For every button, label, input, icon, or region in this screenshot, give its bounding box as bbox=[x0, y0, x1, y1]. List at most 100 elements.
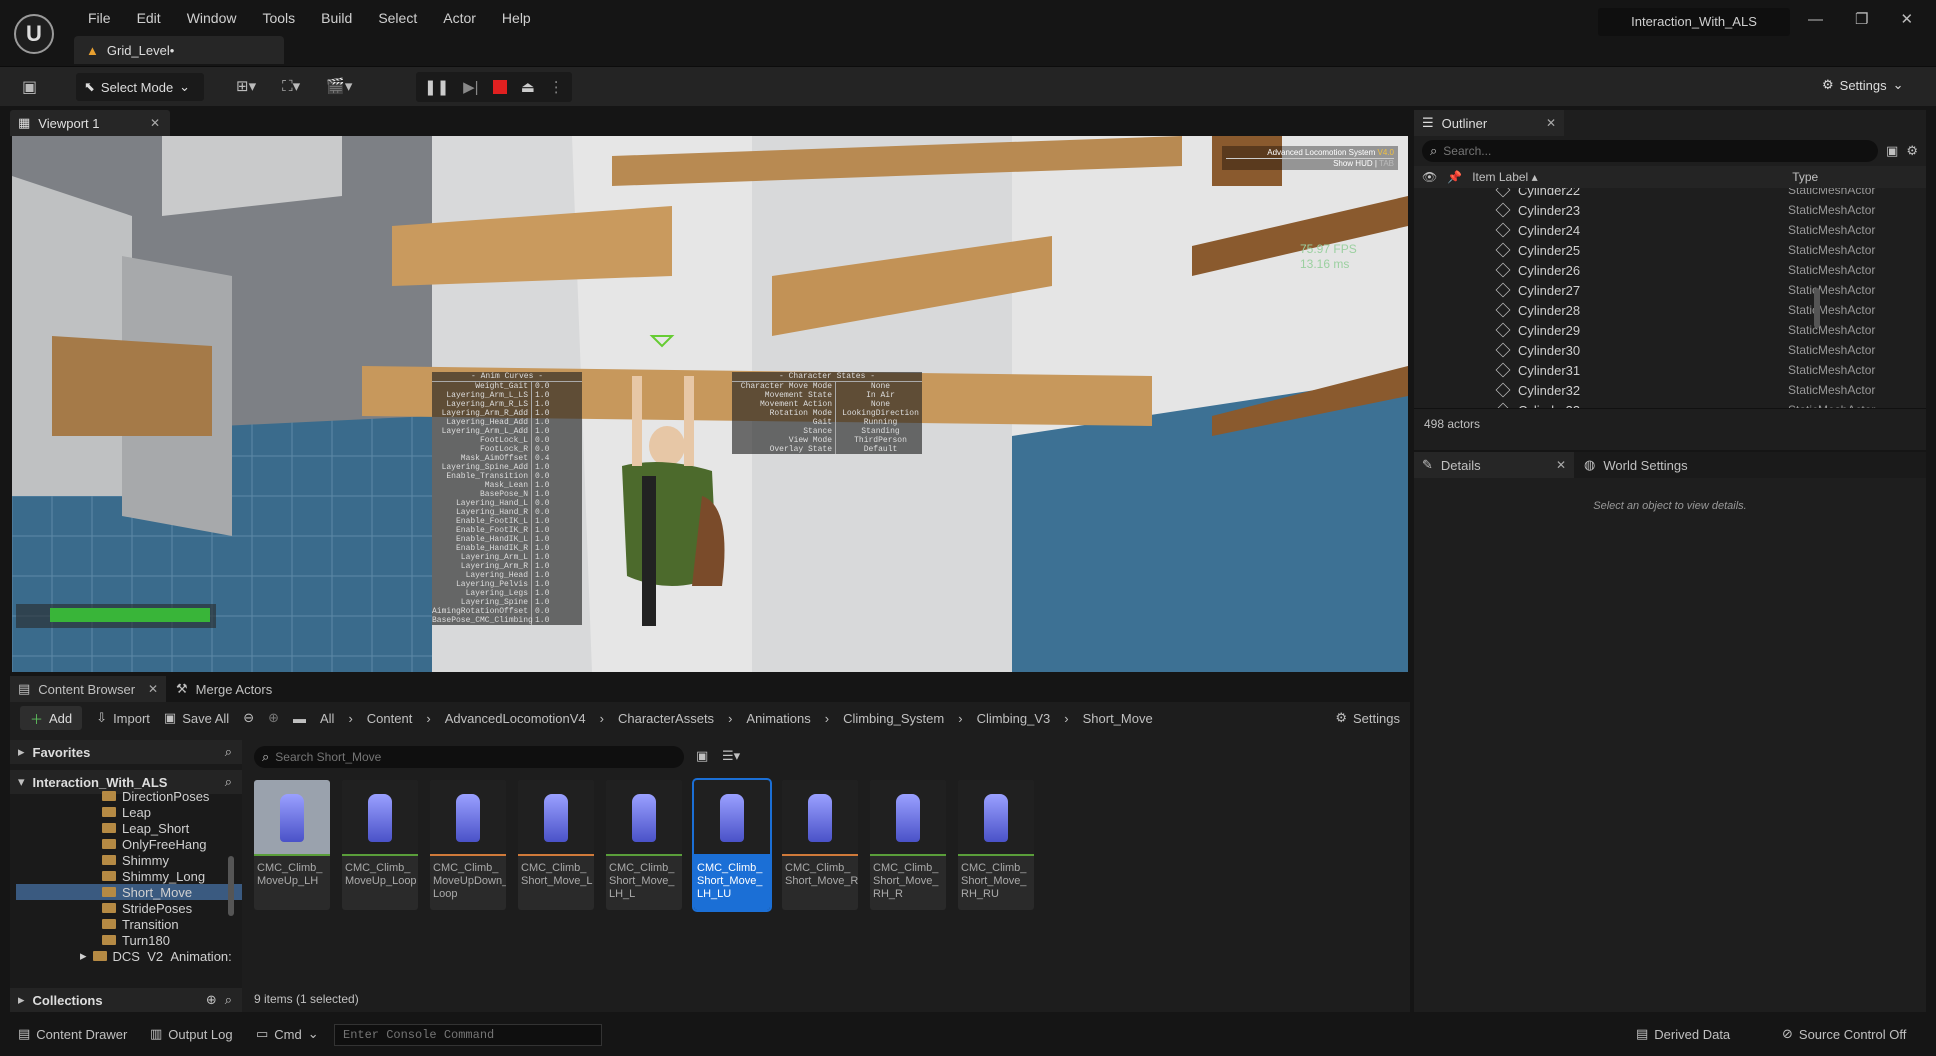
tab-merge-actors[interactable]: ⚒ Merge Actors bbox=[166, 681, 272, 697]
outliner-row[interactable]: Cylinder30 StaticMeshActor bbox=[1414, 340, 1926, 360]
outliner-row[interactable]: Cylinder28 StaticMeshActor bbox=[1414, 300, 1926, 320]
close-icon[interactable]: ✕ bbox=[148, 682, 158, 696]
close-icon[interactable]: ✕ bbox=[150, 116, 160, 130]
add-actor-icon[interactable]: ⊞▾ bbox=[236, 77, 256, 95]
stop-icon[interactable] bbox=[492, 80, 507, 94]
eject-icon[interactable]: ⏏ bbox=[521, 78, 535, 96]
folder-item[interactable]: OnlyFreeHang bbox=[10, 836, 242, 852]
search-icon[interactable]: ⌕ bbox=[225, 774, 232, 790]
column-item-label[interactable]: Item Label ▴ bbox=[1472, 170, 1782, 184]
content-drawer-button[interactable]: ▤ Content Drawer bbox=[18, 1026, 127, 1042]
outliner-row[interactable]: Cylinder29 StaticMeshActor bbox=[1414, 320, 1926, 340]
save-all-button[interactable]: ▣ Save All bbox=[164, 710, 229, 726]
add-button[interactable]: ＋ Add bbox=[20, 706, 83, 730]
restore-icon[interactable]: ❐ bbox=[1855, 10, 1868, 28]
asset-search[interactable]: ⌕ bbox=[254, 746, 684, 768]
close-icon[interactable]: ✕ bbox=[1556, 458, 1566, 472]
step-icon[interactable]: ▶| bbox=[463, 78, 478, 96]
search-icon[interactable]: ⌕ bbox=[225, 992, 232, 1008]
folder-item[interactable]: Short_Move bbox=[16, 884, 242, 900]
console-input[interactable] bbox=[334, 1024, 602, 1046]
close-icon[interactable]: ✕ bbox=[1546, 116, 1556, 130]
breadcrumb-item[interactable]: Content bbox=[367, 711, 413, 726]
favorites-header[interactable]: ▸ Favorites ⌕ bbox=[10, 740, 242, 764]
outliner-row[interactable]: Cylinder32 StaticMeshActor bbox=[1414, 380, 1926, 400]
level-tab[interactable]: ▲ Grid_Level• bbox=[74, 36, 284, 64]
cmd-dropdown[interactable]: ▭ Cmd ⌄ bbox=[256, 1026, 319, 1042]
folder-item[interactable]: Leap_Short bbox=[10, 820, 242, 836]
filter-icon[interactable]: ☰▾ bbox=[722, 748, 740, 764]
column-type[interactable]: Type bbox=[1792, 170, 1818, 184]
breadcrumb-item[interactable]: AdvancedLocomotionV4 bbox=[445, 711, 586, 726]
asset-tile[interactable]: CMC_Climb_ Short_Move_R bbox=[782, 780, 858, 910]
outliner-row[interactable]: Cylinder22 StaticMeshActor bbox=[1414, 188, 1926, 200]
eye-icon[interactable]: 👁 bbox=[1422, 170, 1437, 184]
tab-content-browser[interactable]: ▤ Content Browser ✕ bbox=[10, 676, 166, 702]
folder-icon[interactable]: ▬ bbox=[293, 711, 306, 726]
breadcrumb-item[interactable]: All bbox=[320, 711, 334, 726]
menu-item-actor[interactable]: Actor bbox=[430, 10, 489, 26]
outliner-row[interactable]: Cylinder24 StaticMeshActor bbox=[1414, 220, 1926, 240]
select-mode-dropdown[interactable]: ⬉ Select Mode ⌄ bbox=[76, 73, 204, 101]
menu-item-tools[interactable]: Tools bbox=[249, 10, 308, 26]
outliner-row[interactable]: Cylinder25 StaticMeshActor bbox=[1414, 240, 1926, 260]
derived-data-button[interactable]: ▤ Derived Data bbox=[1636, 1026, 1730, 1042]
import-button[interactable]: ⇩ Import bbox=[96, 710, 150, 726]
menu-item-file[interactable]: File bbox=[75, 10, 124, 26]
menu-item-build[interactable]: Build bbox=[308, 10, 365, 26]
close-icon[interactable]: ✕ bbox=[1900, 10, 1913, 28]
pause-icon[interactable]: ❚❚ bbox=[424, 78, 449, 96]
breadcrumb-item[interactable]: Animations bbox=[746, 711, 810, 726]
blueprint-icon[interactable]: ⛶▾ bbox=[282, 77, 300, 95]
collections-header[interactable]: ▸ Collections ⊕ ⌕ bbox=[10, 988, 242, 1012]
asset-tile[interactable]: CMC_Climb_ MoveUp_LH bbox=[254, 780, 330, 910]
forward-icon[interactable]: ⊕ bbox=[268, 710, 279, 726]
source-control-button[interactable]: ⊘ Source Control Off bbox=[1782, 1026, 1906, 1042]
asset-tile[interactable]: CMC_Climb_ Short_Move_ LH_LU bbox=[692, 778, 772, 912]
outliner-row[interactable]: Cylinder31 StaticMeshActor bbox=[1414, 360, 1926, 380]
asset-tile[interactable]: CMC_Climb_ Short_Move_ LH_L bbox=[606, 780, 682, 910]
menu-item-help[interactable]: Help bbox=[489, 10, 544, 26]
save-search-icon[interactable]: ▣ bbox=[696, 748, 708, 764]
asset-tile[interactable]: CMC_Climb_ MoveUp_Loop bbox=[342, 780, 418, 910]
folder-item[interactable]: Leap bbox=[10, 804, 242, 820]
menu-item-window[interactable]: Window bbox=[174, 10, 250, 26]
folder-item[interactable]: Shimmy bbox=[10, 852, 242, 868]
folder-item[interactable]: ▸ DCS_V2_Animation: bbox=[10, 948, 242, 962]
unreal-logo-icon[interactable]: U bbox=[14, 14, 54, 54]
breadcrumb-item[interactable]: Climbing_V3 bbox=[977, 711, 1051, 726]
add-collection-icon[interactable]: ⊕ bbox=[206, 992, 217, 1008]
folder-item[interactable]: Shimmy_Long bbox=[10, 868, 242, 884]
asset-tile[interactable]: CMC_Climb_ MoveUpDown_ Loop bbox=[430, 780, 506, 910]
output-log-button[interactable]: ▥ Output Log bbox=[150, 1026, 233, 1042]
outliner-search-input[interactable] bbox=[1443, 144, 1824, 158]
tab-world-settings[interactable]: ◍ World Settings bbox=[1574, 457, 1688, 473]
folder-item[interactable]: DirectionPoses bbox=[10, 788, 242, 804]
folder-item[interactable]: StridePoses bbox=[10, 900, 242, 916]
outliner-row[interactable]: Cylinder33 StaticMeshActor bbox=[1414, 400, 1926, 408]
viewport-scene[interactable]: Advanced Locomotion System V4.0 Show HUD… bbox=[12, 136, 1408, 672]
breadcrumb-item[interactable]: Short_Move bbox=[1083, 711, 1153, 726]
asset-search-input[interactable] bbox=[275, 750, 666, 764]
breadcrumb-item[interactable]: CharacterAssets bbox=[618, 711, 714, 726]
outliner-search[interactable]: ⌕ bbox=[1422, 140, 1879, 162]
tree-scrollbar[interactable] bbox=[228, 856, 234, 916]
menu-item-edit[interactable]: Edit bbox=[124, 10, 174, 26]
tab-viewport[interactable]: ▦ Viewport 1 ✕ bbox=[10, 110, 170, 136]
outliner-row[interactable]: Cylinder27 StaticMeshActor bbox=[1414, 280, 1926, 300]
folder-item[interactable]: Transition bbox=[10, 916, 242, 932]
gear-icon[interactable]: ⚙ bbox=[1906, 143, 1918, 159]
breadcrumb-item[interactable]: Climbing_System bbox=[843, 711, 944, 726]
show-hud-label[interactable]: Show HUD bbox=[1333, 159, 1373, 168]
menu-item-select[interactable]: Select bbox=[365, 10, 430, 26]
folder-item[interactable]: Turn180 bbox=[10, 932, 242, 948]
save-icon[interactable]: ▣ bbox=[22, 77, 37, 97]
asset-tile[interactable]: CMC_Climb_ Short_Move_ RH_R bbox=[870, 780, 946, 910]
minimize-icon[interactable]: — bbox=[1808, 11, 1823, 28]
outliner-row[interactable]: Cylinder26 StaticMeshActor bbox=[1414, 260, 1926, 280]
pin-icon[interactable]: 📌 bbox=[1447, 170, 1462, 184]
outliner-scrollbar[interactable] bbox=[1814, 288, 1820, 328]
add-folder-icon[interactable]: ▣ bbox=[1886, 143, 1898, 159]
asset-tile[interactable]: CMC_Climb_ Short_Move_ RH_RU bbox=[958, 780, 1034, 910]
tab-outliner[interactable]: ☰ Outliner ✕ bbox=[1414, 110, 1564, 136]
